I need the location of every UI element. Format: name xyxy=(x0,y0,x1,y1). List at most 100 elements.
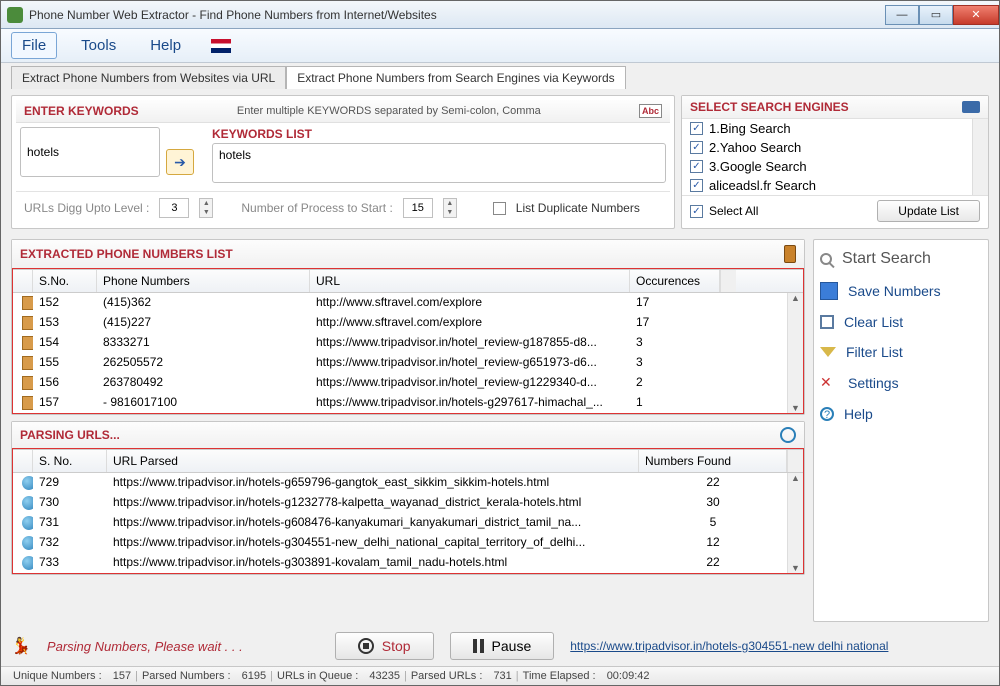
activity-icon: 💃 xyxy=(11,636,31,656)
menu-file[interactable]: File xyxy=(11,32,57,59)
table-row[interactable]: 733 https://www.tripadvisor.in/hotels-g3… xyxy=(13,553,787,573)
keywords-hint: Enter multiple KEYWORDS separated by Sem… xyxy=(237,105,541,117)
settings-button[interactable]: Settings xyxy=(820,374,982,392)
menu-tools[interactable]: Tools xyxy=(71,33,126,58)
tabbar: Extract Phone Numbers from Websites via … xyxy=(1,63,999,89)
row-icon xyxy=(22,296,33,310)
keywords-list-label: KEYWORDS LIST xyxy=(212,127,666,143)
parsed-numbers-value: 6195 xyxy=(242,670,266,682)
extracted-list-panel: EXTRACTED PHONE NUMBERS LIST S.No. Phone… xyxy=(11,239,805,415)
language-flag-icon[interactable] xyxy=(211,39,231,53)
tab-url-extract[interactable]: Extract Phone Numbers from Websites via … xyxy=(11,66,286,89)
status-message: Parsing Numbers, Please wait . . . xyxy=(47,639,243,654)
parsing-scrollbar[interactable]: ▲▼ xyxy=(787,473,803,573)
filter-icon xyxy=(820,347,836,357)
app-window: Phone Number Web Extractor - Find Phone … xyxy=(0,0,1000,686)
extracted-list-head: EXTRACTED PHONE NUMBERS LIST xyxy=(20,247,233,261)
col-parse-url[interactable]: URL Parsed xyxy=(107,450,639,472)
keywords-list[interactable]: hotels xyxy=(212,143,666,183)
col-url[interactable]: URL xyxy=(310,270,630,292)
row-icon xyxy=(22,316,33,330)
duplicate-checkbox[interactable] xyxy=(493,202,506,215)
table-row[interactable]: 732 https://www.tripadvisor.in/hotels-g3… xyxy=(13,533,787,553)
enter-keywords-label: ENTER KEYWORDS xyxy=(24,104,139,118)
spellcheck-icon[interactable]: Abc xyxy=(639,104,662,118)
globe-icon xyxy=(22,476,33,490)
stop-button[interactable]: Stop xyxy=(335,632,434,660)
statusbar: Unique Numbers : 157 | Parsed Numbers : … xyxy=(1,666,999,685)
settings-icon xyxy=(820,374,838,392)
table-row[interactable]: 157 - 9816017100 https://www.tripadvisor… xyxy=(13,393,787,413)
col-parse-sno[interactable]: S. No. xyxy=(33,450,107,472)
table-row[interactable]: 729 https://www.tripadvisor.in/hotels-g6… xyxy=(13,473,787,493)
current-url-link[interactable]: https://www.tripadvisor.in/hotels-g30455… xyxy=(570,639,888,653)
table-row[interactable]: 156 263780492 https://www.tripadvisor.in… xyxy=(13,373,787,393)
keywords-panel: ENTER KEYWORDS Enter multiple KEYWORDS s… xyxy=(11,95,675,229)
table-row[interactable]: 731 https://www.tripadvisor.in/hotels-g6… xyxy=(13,513,787,533)
help-icon: ? xyxy=(820,407,834,421)
bottom-bar: 💃 Parsing Numbers, Please wait . . . Sto… xyxy=(1,626,999,666)
engines-scrollbar[interactable] xyxy=(972,119,988,195)
engines-head: SELECT SEARCH ENGINES xyxy=(690,100,849,114)
time-elapsed-label: Time Elapsed : xyxy=(523,670,596,682)
menubar: File Tools Help xyxy=(1,29,999,63)
close-button[interactable]: ✕ xyxy=(953,5,999,25)
maximize-button[interactable]: ▭ xyxy=(919,5,953,25)
digg-level-input[interactable] xyxy=(159,198,189,218)
parsing-panel: PARSING URLS... S. No. URL Parsed Number… xyxy=(11,421,805,575)
select-all-checkbox[interactable]: ✓ xyxy=(690,205,703,218)
col-numbers-found[interactable]: Numbers Found xyxy=(639,450,787,472)
parsing-table-header: S. No. URL Parsed Numbers Found xyxy=(13,449,803,473)
engine-item-google[interactable]: ✓3.Google Search xyxy=(682,157,972,176)
pause-icon xyxy=(473,639,484,653)
table-row[interactable]: 152 (415)362 http://www.sftravel.com/exp… xyxy=(13,293,787,313)
col-phone[interactable]: Phone Numbers xyxy=(97,270,310,292)
camera-icon[interactable] xyxy=(962,101,980,113)
table-row[interactable]: 730 https://www.tripadvisor.in/hotels-g1… xyxy=(13,493,787,513)
parsed-numbers-label: Parsed Numbers : xyxy=(142,670,231,682)
engine-item-aliceadsl[interactable]: ✓aliceadsl.fr Search xyxy=(682,176,972,195)
parsing-head: PARSING URLS... xyxy=(20,428,120,442)
tab-keyword-extract[interactable]: Extract Phone Numbers from Search Engine… xyxy=(286,66,625,89)
select-all-label: Select All xyxy=(709,204,758,218)
phone-icon xyxy=(784,245,796,263)
extracted-scrollbar[interactable]: ▲▼ xyxy=(787,293,803,413)
col-occurrences[interactable]: Occurences xyxy=(630,270,720,292)
start-search-button[interactable]: Start Search xyxy=(820,250,982,268)
save-numbers-button[interactable]: Save Numbers xyxy=(820,282,982,300)
parsed-urls-label: Parsed URLs : xyxy=(411,670,483,682)
extracted-scrollbar-head xyxy=(720,270,736,292)
add-keyword-button[interactable]: ➔ xyxy=(166,149,194,175)
engine-item-yahoo[interactable]: ✓2.Yahoo Search xyxy=(682,138,972,157)
parsing-scrollbar-head xyxy=(787,450,803,472)
search-icon xyxy=(820,253,832,265)
table-row[interactable]: 154 8333271 https://www.tripadvisor.in/h… xyxy=(13,333,787,353)
col-sno[interactable]: S.No. xyxy=(33,270,97,292)
titlebar: Phone Number Web Extractor - Find Phone … xyxy=(1,1,999,29)
time-elapsed-value: 00:09:42 xyxy=(607,670,650,682)
search-engines-panel: SELECT SEARCH ENGINES ✓1.Bing Search ✓2.… xyxy=(681,95,989,229)
clear-list-button[interactable]: Clear List xyxy=(820,314,982,330)
update-list-button[interactable]: Update List xyxy=(877,200,980,222)
filter-list-button[interactable]: Filter List xyxy=(820,344,982,360)
table-row[interactable]: 155 262505572 https://www.tripadvisor.in… xyxy=(13,353,787,373)
globe-icon xyxy=(22,556,33,570)
pause-button[interactable]: Pause xyxy=(450,632,555,660)
stop-icon xyxy=(358,638,374,654)
unique-numbers-value: 157 xyxy=(113,670,131,682)
urls-queue-label: URLs in Queue : xyxy=(277,670,358,682)
process-count-spinner[interactable]: ▲▼ xyxy=(443,198,457,218)
help-button[interactable]: ?Help xyxy=(820,406,982,422)
digg-level-spinner[interactable]: ▲▼ xyxy=(199,198,213,218)
app-icon xyxy=(7,7,23,23)
globe-icon xyxy=(22,536,33,550)
unique-numbers-label: Unique Numbers : xyxy=(13,670,102,682)
process-count-input[interactable] xyxy=(403,198,433,218)
parsed-urls-value: 731 xyxy=(493,670,511,682)
duplicate-label: List Duplicate Numbers xyxy=(516,201,640,215)
minimize-button[interactable]: — xyxy=(885,5,919,25)
table-row[interactable]: 153 (415)227 http://www.sftravel.com/exp… xyxy=(13,313,787,333)
engine-item-bing[interactable]: ✓1.Bing Search xyxy=(682,119,972,138)
keyword-input[interactable] xyxy=(20,127,160,177)
menu-help[interactable]: Help xyxy=(140,33,191,58)
